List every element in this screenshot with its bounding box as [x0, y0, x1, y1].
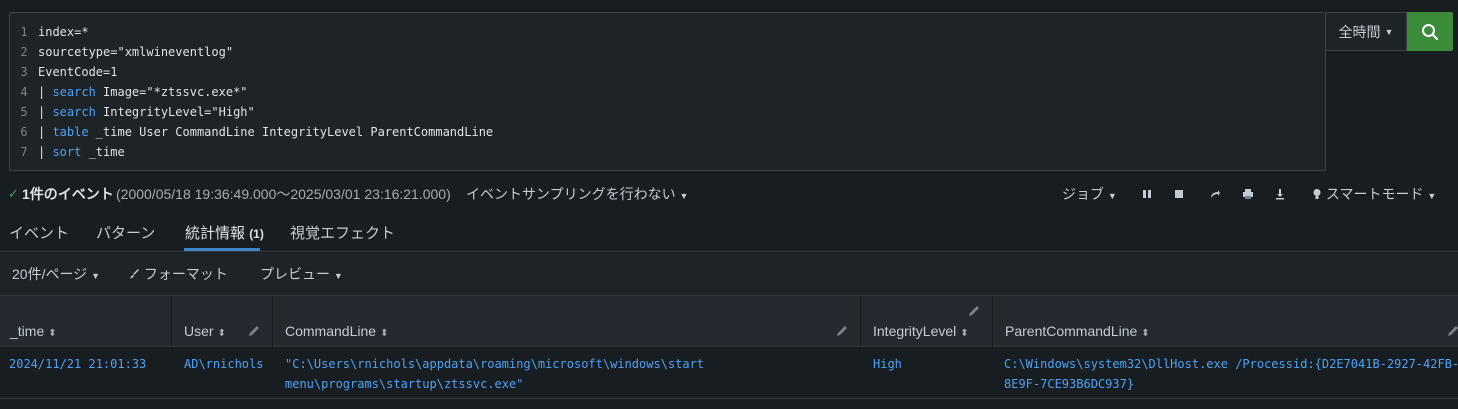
sampling-menu[interactable]: イベントサンプリングを行わない ▼ [466, 184, 688, 204]
tab-patterns[interactable]: パターン [96, 222, 155, 243]
active-tab-indicator [184, 248, 260, 251]
time-range-label: 全時間 [1338, 23, 1381, 40]
pause-icon[interactable] [1139, 186, 1155, 202]
column-label[interactable]: User ⬍ [184, 323, 226, 339]
sort-icon: ⬍ [380, 328, 389, 339]
event-time-range: (2000/05/18 19:36:49.000～2025/03/01 23:1… [116, 186, 451, 202]
caret-down-icon: ▼ [1384, 26, 1394, 37]
caret-down-icon: ▼ [1427, 191, 1437, 201]
results-toolbar: 20件/ページ ▼ フォーマット プレビュー ▼ [0, 253, 1458, 295]
code-text: sourcetype="xmlwineventlog" [38, 45, 234, 59]
line-number: 6 [20, 125, 28, 139]
editor-line: 3 EventCode=1 [10, 62, 117, 82]
column-label[interactable]: _time ⬍ [10, 323, 57, 339]
line-number: 2 [20, 45, 28, 59]
sort-icon: ⬍ [1141, 328, 1150, 339]
line-number: 4 [20, 85, 28, 99]
per-page-menu[interactable]: 20件/ページ ▼ [12, 264, 100, 284]
editor-line: 7 | sort _time [10, 142, 125, 162]
results-table: _time ⬍ User ⬍ CommandLine ⬍ IntegrityLevel… [0, 295, 1458, 407]
tab-visualization[interactable]: 視覚エフェクト [290, 222, 395, 243]
column-header-parentcommandline[interactable]: ParentCommandLine ⬍ [993, 296, 1458, 348]
tab-statistics[interactable]: 統計情報 (1) [185, 222, 264, 243]
column-label[interactable]: ParentCommandLine ⬍ [1005, 323, 1150, 339]
check-icon: ✓ [8, 186, 19, 201]
search-button[interactable] [1407, 12, 1453, 51]
search-mode-menu[interactable]: スマートモード ▼ [1312, 184, 1436, 204]
editor-line: 4 | search Image="*ztssvc.exe*" [10, 82, 248, 102]
line-number: 1 [20, 25, 28, 39]
sort-icon: ⬍ [48, 328, 57, 339]
share-icon[interactable] [1207, 186, 1223, 202]
code-text: | sort _time [38, 145, 125, 159]
code-text: | table _time User CommandLine Integrity… [38, 125, 494, 139]
column-header-integritylevel[interactable]: IntegrityLevel ⬍ [861, 296, 993, 348]
code-text: | search Image="*ztssvc.exe*" [38, 85, 248, 99]
edit-icon[interactable] [968, 305, 980, 317]
job-menu[interactable]: ジョブ ▼ [1062, 184, 1117, 204]
line-number: 3 [20, 65, 28, 79]
tab-count: (1) [249, 227, 264, 241]
results-tabs: イベント パターン 統計情報 (1) 視覚エフェクト [0, 212, 1458, 252]
cell-integritylevel[interactable]: High [873, 354, 902, 374]
caret-down-icon: ▼ [91, 271, 100, 281]
code-text: index=* [38, 25, 89, 39]
brush-icon [130, 269, 139, 279]
caret-down-icon: ▼ [679, 191, 689, 201]
event-count: 1件のイベント [22, 186, 114, 202]
edit-icon[interactable] [836, 325, 848, 337]
editor-line: 2 sourcetype="xmlwineventlog" [10, 42, 233, 62]
edit-icon[interactable] [248, 325, 260, 337]
sort-icon: ⬍ [217, 328, 226, 339]
editor-line: 5 | search IntegrityLevel="High" [10, 102, 255, 122]
code-text: EventCode=1 [38, 65, 118, 79]
cell-parentcommandline[interactable]: C:\Windows\system32\DllHost.exe /Process… [1004, 354, 1458, 394]
line-number: 7 [20, 145, 28, 159]
column-label[interactable]: CommandLine ⬍ [285, 323, 388, 339]
caret-down-icon: ▼ [333, 271, 343, 281]
stop-icon[interactable] [1171, 186, 1187, 202]
download-icon[interactable] [1272, 186, 1288, 202]
preview-menu[interactable]: プレビュー ▼ [260, 264, 343, 284]
caret-down-icon: ▼ [1107, 191, 1117, 201]
column-header-time[interactable]: _time ⬍ [0, 296, 172, 348]
search-icon [1422, 23, 1439, 40]
editor-line: 6 | table _time User CommandLine Integri… [10, 122, 493, 142]
tab-events[interactable]: イベント [9, 222, 69, 243]
editor-line: 1 index=* [10, 22, 89, 42]
table-row: 2024/11/21 21:01:33 AD\rnichols "C:\User… [0, 347, 1458, 399]
column-label[interactable]: IntegrityLevel ⬍ [873, 323, 969, 339]
line-number: 5 [20, 105, 28, 119]
search-editor[interactable]: 1 index=* 2 sourcetype="xmlwineventlog" … [9, 12, 1326, 171]
column-header-user[interactable]: User ⬍ [172, 296, 273, 348]
cell-user[interactable]: AD\rnichols [184, 354, 263, 374]
sort-icon: ⬍ [960, 328, 969, 339]
time-range-picker[interactable]: 全時間 ▼ [1326, 12, 1407, 51]
format-menu[interactable]: フォーマット [130, 264, 228, 284]
print-icon[interactable] [1240, 186, 1256, 202]
lightbulb-icon [1313, 189, 1321, 199]
cell-commandline[interactable]: "C:\Users\rnichols\appdata\roaming\micro… [285, 354, 704, 394]
code-text: | search IntegrityLevel="High" [38, 105, 255, 119]
table-header: _time ⬍ User ⬍ CommandLine ⬍ IntegrityLevel… [0, 295, 1458, 348]
search-bar: 1 index=* 2 sourcetype="xmlwineventlog" … [0, 0, 1458, 178]
cell-time[interactable]: 2024/11/21 21:01:33 [9, 354, 146, 374]
column-header-commandline[interactable]: CommandLine ⬍ [273, 296, 861, 348]
edit-icon[interactable] [1447, 325, 1458, 337]
